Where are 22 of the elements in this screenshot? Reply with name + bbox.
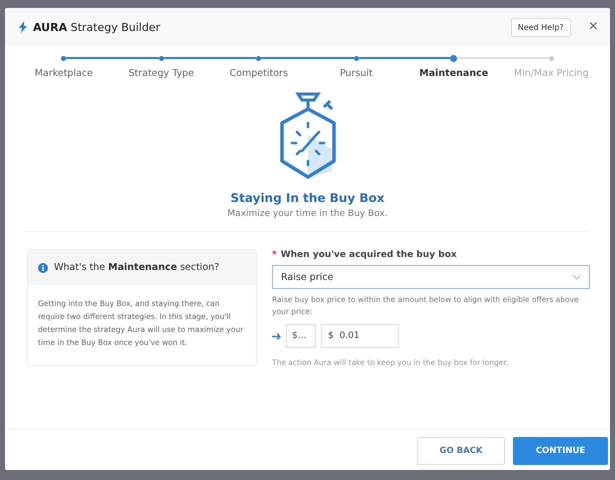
step-label[interactable]: Maintenance (419, 68, 488, 79)
action-dropdown[interactable]: Raise price (272, 265, 590, 289)
step-label[interactable]: Competitors (230, 68, 288, 79)
help-button[interactable]: Need Help? (510, 18, 571, 36)
unit-dropdown[interactable]: $... (286, 324, 316, 348)
app-title: AURA Strategy Builder (33, 20, 160, 34)
step-label[interactable]: Marketplace (34, 68, 93, 79)
step-label[interactable]: Pursuit (340, 68, 373, 79)
info-icon (38, 262, 48, 272)
step-label[interactable]: Strategy Type (128, 68, 194, 79)
card-title: What's the Maintenance section? (54, 262, 220, 273)
amount-field[interactable]: $ 0.01 (321, 324, 399, 348)
section-subtitle: Maximize your time in the Buy Box. (227, 209, 388, 219)
lightning-icon (19, 21, 27, 33)
arrow-icon (272, 332, 281, 340)
back-button[interactable]: GO BACK (417, 437, 505, 465)
required-mark: * (272, 250, 277, 260)
chevron-icon (573, 274, 581, 280)
field-label: When you've acquired the buy box (280, 250, 457, 260)
section-heading: Staying In the Buy Box (230, 191, 384, 205)
close-button[interactable]: × (588, 18, 598, 36)
continue-button[interactable]: CONTINUE (513, 437, 608, 465)
